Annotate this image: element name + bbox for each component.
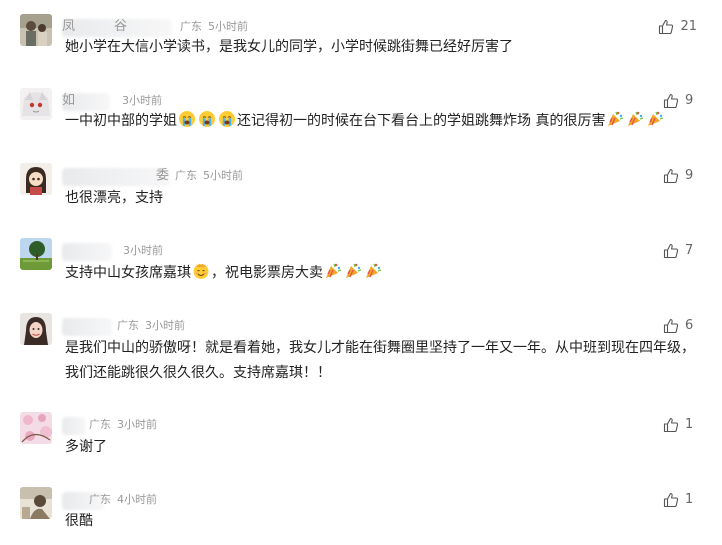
comment-text: 也很漂亮，支持	[65, 190, 163, 206]
timestamp: 5小时前	[203, 169, 243, 182]
comment-meta: 广东 3小时前	[117, 318, 191, 334]
timestamp: 3小时前	[145, 319, 185, 332]
location-label: 广东	[180, 20, 202, 33]
like-button[interactable]: 21	[658, 17, 697, 37]
location-label: 广东	[89, 493, 111, 506]
like-count: 7	[685, 243, 694, 258]
comment-text: 是我们中山的骄傲呀！就是看着她，我女儿才能在街舞圈里坚持了一年又一年。从中班到现…	[65, 340, 695, 381]
avatar[interactable]	[20, 238, 52, 270]
timestamp: 5小时前	[208, 20, 248, 33]
username-fragment: 凤 谷	[62, 19, 128, 34]
like-count: 21	[680, 19, 697, 34]
avatar[interactable]	[20, 412, 52, 444]
timestamp: 3小时前	[122, 94, 162, 107]
thumbs-up-icon	[659, 19, 674, 35]
loudly-crying-face-icon	[219, 111, 235, 127]
username-blurred[interactable]	[62, 243, 112, 261]
avatar[interactable]	[20, 163, 52, 195]
comment-text-part: 支持中山女孩席嘉琪	[65, 265, 191, 281]
comment-meta: 广东 5小时前	[175, 168, 249, 184]
party-popper-icon	[628, 111, 644, 126]
like-button[interactable]: 6	[663, 316, 697, 336]
comment-text-part: 一中初中部的学姐	[65, 113, 177, 129]
thumbs-up-icon	[663, 93, 679, 109]
comment-text: 一中初中部的学姐 还记得初一的时候在台下看台上的学姐跳舞炸场 真的很厉害	[65, 109, 705, 134]
timestamp: 4小时前	[117, 493, 157, 506]
comment-meta: 3小时前	[116, 93, 168, 109]
loudly-crying-face-icon	[179, 111, 195, 127]
comment-list: 凤 谷 广东 5小时前 她小学在大信小学读书，是我女儿的同学，小学时候跳街舞已经好…	[0, 0, 722, 545]
thumbs-up-icon	[663, 492, 679, 508]
party-popper-icon	[326, 263, 342, 278]
comment-meta: 广东 3小时前	[89, 417, 163, 433]
timestamp: 3小时前	[117, 418, 157, 431]
party-popper-icon	[608, 111, 624, 126]
like-button[interactable]: 9	[663, 166, 697, 186]
avatar[interactable]	[20, 14, 52, 46]
comment-meta: 3小时前	[117, 243, 169, 259]
thumbs-up-icon	[663, 168, 679, 184]
thumbs-up-icon	[663, 417, 679, 433]
party-popper-icon	[346, 263, 362, 278]
comment-text: 多谢了	[65, 439, 107, 455]
username-blurred[interactable]	[62, 417, 86, 435]
party-popper-icon	[648, 111, 664, 126]
like-count: 9	[685, 168, 694, 183]
username-blurred[interactable]	[62, 318, 112, 336]
thumbs-up-icon	[663, 243, 679, 259]
username-fragment: 如	[62, 93, 76, 108]
like-button[interactable]: 7	[663, 241, 697, 261]
like-count: 1	[685, 492, 694, 507]
party-popper-icon	[366, 263, 382, 278]
comment-text: 她小学在大信小学读书，是我女儿的同学，小学时候跳街舞已经好厉害了	[65, 39, 513, 55]
comment-text-part: ，祝电影票房大卖	[211, 265, 323, 281]
comment-text: 很酷	[65, 513, 93, 529]
comment-text: 支持中山女孩席嘉琪 ，祝电影票房大卖	[65, 261, 705, 286]
avatar[interactable]	[20, 313, 52, 345]
like-button[interactable]: 9	[663, 91, 697, 111]
timestamp: 3小时前	[123, 244, 163, 257]
like-button[interactable]: 1	[663, 490, 697, 510]
location-label: 广东	[175, 169, 197, 182]
comment-text-part: 还记得初一的时候在台下看台上的学姐跳舞炸场 真的很厉害	[237, 113, 606, 129]
like-count: 6	[685, 318, 694, 333]
thumbs-up-icon	[663, 318, 679, 334]
like-count: 1	[685, 417, 694, 432]
smiling-face-icon	[193, 263, 209, 279]
avatar[interactable]	[20, 487, 52, 519]
username-blurred[interactable]	[62, 168, 170, 186]
like-button[interactable]: 1	[663, 415, 697, 435]
avatar[interactable]	[20, 88, 52, 120]
loudly-crying-face-icon	[199, 111, 215, 127]
username-fragment: 委	[156, 168, 170, 183]
location-label: 广东	[117, 319, 139, 332]
like-count: 9	[685, 93, 694, 108]
location-label: 广东	[89, 418, 111, 431]
comment-meta: 广东 5小时前	[180, 19, 254, 35]
comment-meta: 广东 4小时前	[89, 492, 163, 508]
